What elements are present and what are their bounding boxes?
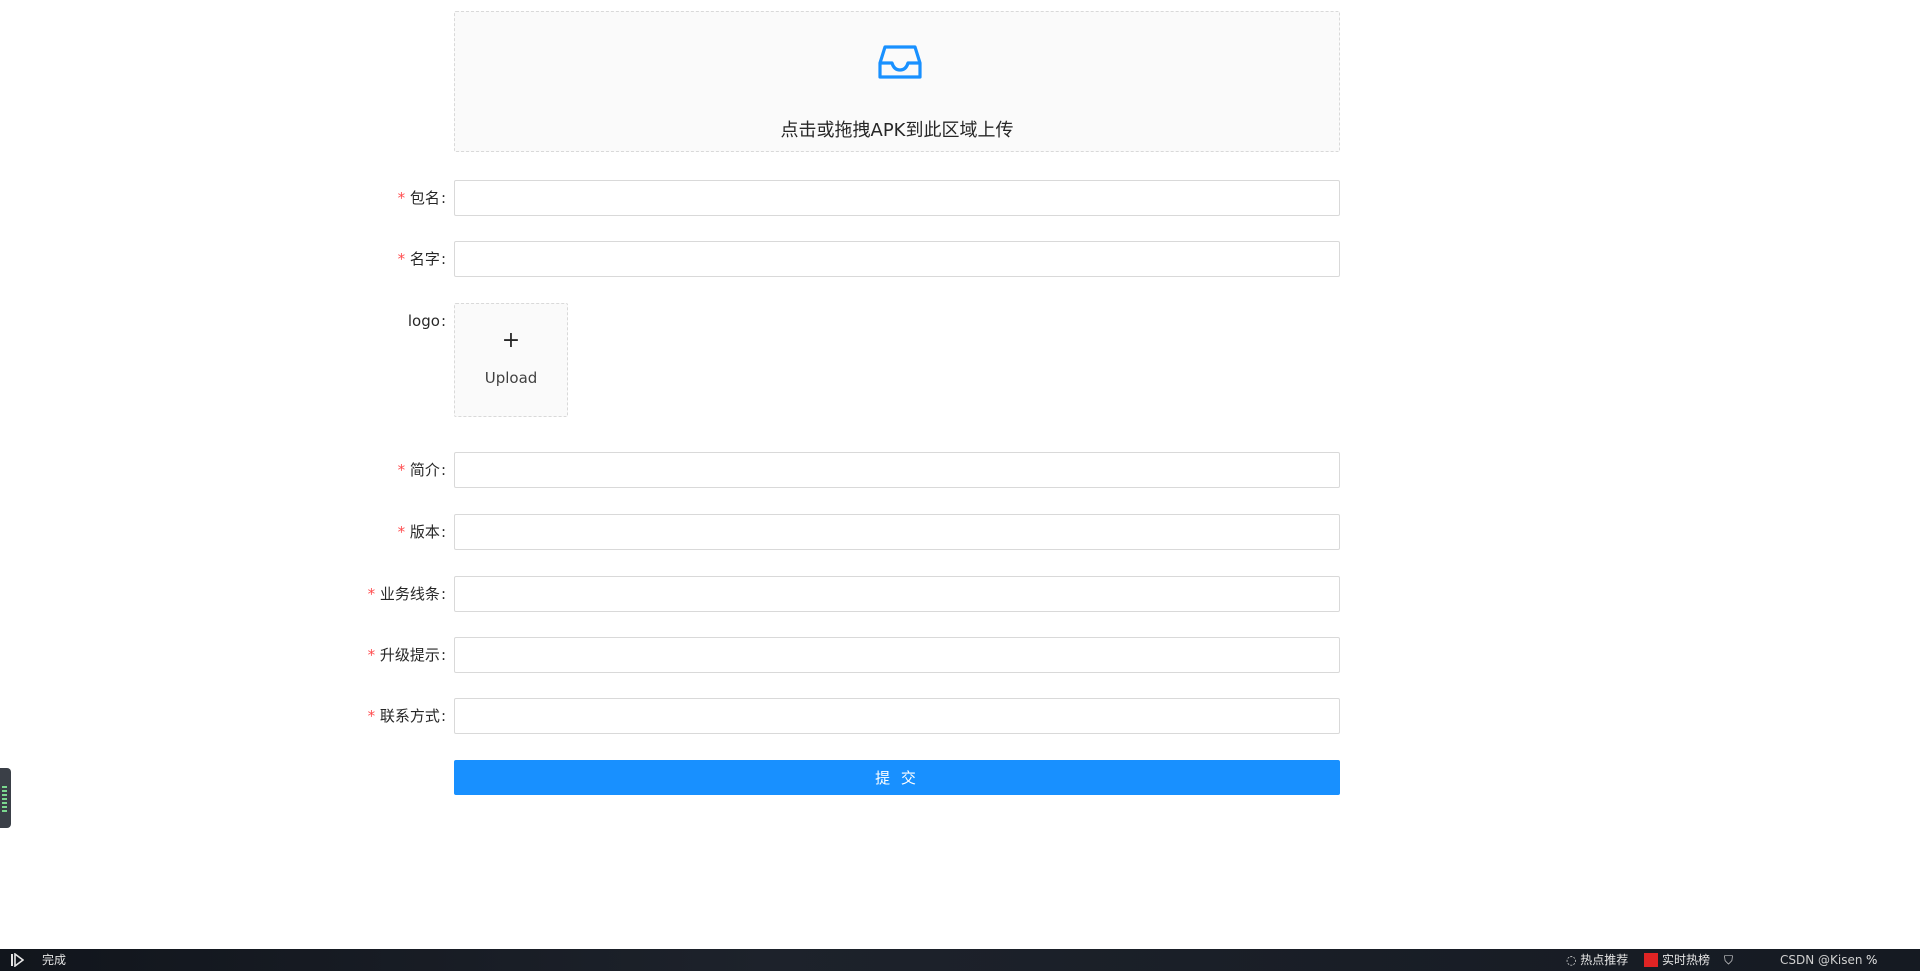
field-label-package-name: * 包名: [396,189,446,207]
side-panel-handle[interactable] [0,768,11,828]
name-input[interactable] [454,241,1340,277]
intro-input[interactable] [454,452,1340,488]
upgrade-tip-input[interactable] [454,637,1340,673]
form-row-business-line: * 业务线条: [0,576,1920,612]
version-input[interactable] [454,514,1340,550]
field-label-version: * 版本: [396,523,446,541]
required-mark: * [396,523,406,541]
form-row-name: * 名字: [0,241,1920,277]
realtime-hot-link[interactable]: 实时热榜 [1644,949,1710,971]
upload-hint: 点击或拖拽APK到此区域上传 [780,120,1014,141]
required-mark: * [396,189,406,207]
plus-icon: + [501,328,521,353]
inbox-icon [875,35,925,85]
required-mark: * [366,585,376,603]
required-mark: * [396,461,406,479]
field-label-business-line: * 业务线条: [366,585,446,603]
apk-upload-dragger[interactable]: 点击或拖拽APK到此区域上传 [454,11,1340,152]
form-row-version: * 版本: [0,514,1920,550]
watermark-text: CSDN @Kisen [1780,953,1863,967]
contact-input[interactable] [454,698,1340,734]
upload-label: Upload [484,369,538,387]
field-label-contact: * 联系方式: [366,707,446,725]
signal-bars-icon [2,786,7,814]
field-label-logo: logo: [407,312,446,330]
chart-icon [1644,953,1658,967]
shield-icon[interactable]: ⛉ [1724,949,1733,971]
play-icon[interactable] [10,949,26,971]
hot-icon: ◌ [1566,953,1581,967]
field-label-name: * 名字: [396,250,446,268]
form-row-intro: * 简介: [0,452,1920,488]
required-mark: * [366,646,376,664]
browser-status-bar: 完成 ◌ 热点推荐 实时热榜 ⛉ CSDN @Kisen % [0,949,1920,971]
package-name-input[interactable] [454,180,1340,216]
form-row-logo: logo: [0,303,1920,339]
form-row-upgrade-tip: * 升级提示: [0,637,1920,673]
field-label-intro: * 简介: [396,461,446,479]
field-label-upgrade-tip: * 升级提示: [366,646,446,664]
form-row-package-name: * 包名: [0,180,1920,216]
required-mark: * [396,250,406,268]
hot-recommend-link[interactable]: ◌ 热点推荐 [1566,949,1628,971]
logo-upload-card[interactable]: + Upload [454,303,568,417]
business-line-input[interactable] [454,576,1340,612]
form-row-contact: * 联系方式: [0,698,1920,734]
submit-button[interactable]: 提 交 [454,760,1340,795]
required-mark: * [366,707,376,725]
zoom-level[interactable]: % [1866,949,1877,971]
status-text: 完成 [42,953,67,967]
